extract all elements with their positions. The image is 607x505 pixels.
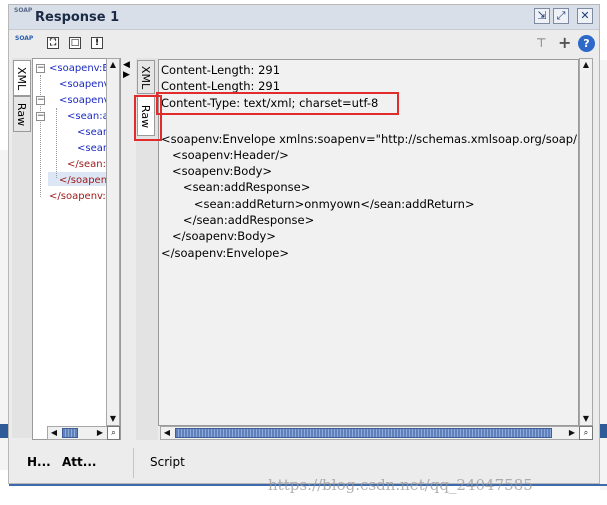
expand-editor-icon[interactable]: ⛶ bbox=[47, 37, 59, 49]
collapse-left-icon[interactable]: ◀ bbox=[123, 60, 130, 70]
maximize-icon[interactable]: ⤢ bbox=[553, 8, 569, 24]
background-window-band-right bbox=[600, 424, 607, 438]
info-icon[interactable]: ! bbox=[91, 37, 103, 49]
watermark: https://blog.csdn.net/qq_24047585 bbox=[268, 476, 533, 494]
scroll-up-icon[interactable]: ▲ bbox=[107, 59, 119, 71]
scroll-thumb[interactable] bbox=[62, 428, 78, 438]
tree-toggle-icon[interactable]: − bbox=[36, 112, 45, 121]
tab-headers[interactable]: H... bbox=[27, 455, 51, 469]
collapse-right-icon[interactable]: ▶ bbox=[123, 70, 130, 80]
raw-line: </soapenv:Body> bbox=[161, 229, 276, 243]
raw-line: </sean:addResponse> bbox=[161, 213, 315, 227]
scroll-down-icon[interactable]: ▼ bbox=[580, 413, 592, 425]
tab-raw-tree[interactable]: Raw bbox=[13, 96, 31, 132]
close-icon[interactable]: ✕ bbox=[577, 8, 593, 24]
annotation-content-type-highlight bbox=[156, 92, 399, 115]
scroll-left-icon[interactable]: ◀ bbox=[48, 427, 60, 439]
tree-vertical-scrollbar[interactable]: ▲ ▼ bbox=[106, 58, 120, 426]
raw-line: Content-Length: 291 bbox=[161, 79, 281, 93]
soap-request-icon[interactable]: SOAP bbox=[15, 36, 33, 50]
soapui-logo-icon: SOAP bbox=[14, 7, 33, 14]
find-icon[interactable]: ⌕ bbox=[579, 426, 593, 440]
tab-xml-label: XML bbox=[139, 65, 153, 89]
tab-raw-label: Raw bbox=[15, 102, 29, 126]
scroll-thumb[interactable] bbox=[175, 428, 552, 438]
raw-horizontal-scrollbar[interactable]: ◀ ▶ bbox=[160, 426, 581, 440]
raw-line: <sean:addResponse> bbox=[161, 180, 311, 194]
tree-toggle-icon[interactable]: − bbox=[36, 96, 45, 105]
tab-attachments[interactable]: Att... bbox=[62, 455, 96, 469]
tree-node[interactable]: <sean:addResp bbox=[67, 111, 106, 122]
tab-xml[interactable]: XML bbox=[137, 60, 155, 94]
tree-guide-line bbox=[40, 75, 41, 197]
tree-guide-line bbox=[56, 108, 57, 178]
pin-icon[interactable]: ⊤ bbox=[536, 36, 546, 50]
raw-line: <soapenv:Body> bbox=[161, 164, 273, 178]
raw-line: </soapenv:Envelope> bbox=[161, 246, 289, 260]
tree-node[interactable]: <sean:addRe bbox=[77, 143, 106, 154]
scroll-right-icon[interactable]: ▶ bbox=[566, 427, 578, 439]
scroll-right-icon[interactable]: ▶ bbox=[94, 427, 106, 439]
scroll-left-icon[interactable]: ◀ bbox=[161, 427, 173, 439]
scroll-up-icon[interactable]: ▲ bbox=[580, 59, 592, 71]
raw-line: <soapenv:Envelope xmlns:soapenv="http://… bbox=[161, 132, 577, 146]
scroll-down-icon[interactable]: ▼ bbox=[107, 413, 119, 425]
restore-editor-icon[interactable]: □ bbox=[69, 37, 81, 49]
tab-xml-label: XML bbox=[15, 66, 29, 90]
add-icon[interactable]: + bbox=[558, 33, 571, 52]
pane-splitter[interactable] bbox=[122, 58, 133, 440]
shrink-icon[interactable]: ⇲ bbox=[534, 8, 550, 24]
find-icon[interactable]: ⌕ bbox=[107, 426, 120, 440]
tree-node[interactable]: <soapenv:Body> bbox=[59, 95, 106, 106]
tree-node[interactable]: <soapenv:Envelope bbox=[49, 63, 106, 74]
raw-line: <sean:addReturn>onmyown</sean:addReturn> bbox=[161, 197, 475, 211]
background-window-band-left bbox=[0, 424, 8, 438]
tree-node[interactable]: </sean:addResp bbox=[67, 159, 106, 170]
tree-node[interactable]: <sean:addRe bbox=[77, 127, 106, 138]
raw-vertical-scrollbar[interactable]: ▲ ▼ bbox=[579, 58, 593, 426]
divider bbox=[133, 448, 134, 478]
tree-node[interactable]: </soapenv:Body> bbox=[59, 175, 106, 186]
raw-line: Content-Length: 291 bbox=[161, 63, 281, 77]
help-icon[interactable]: ? bbox=[578, 35, 595, 52]
raw-line: <soapenv:Header/> bbox=[161, 148, 289, 162]
tree-node[interactable]: </soapenv:Envelope bbox=[49, 191, 106, 202]
tree-node[interactable]: <soapenv:Header bbox=[59, 79, 106, 90]
tab-xml-tree[interactable]: XML bbox=[13, 60, 31, 96]
window-title: Response 1 bbox=[35, 10, 120, 25]
tab-script[interactable]: Script bbox=[150, 455, 185, 469]
background-window-edge-left bbox=[0, 150, 8, 470]
tree-toggle-icon[interactable]: − bbox=[36, 64, 45, 73]
